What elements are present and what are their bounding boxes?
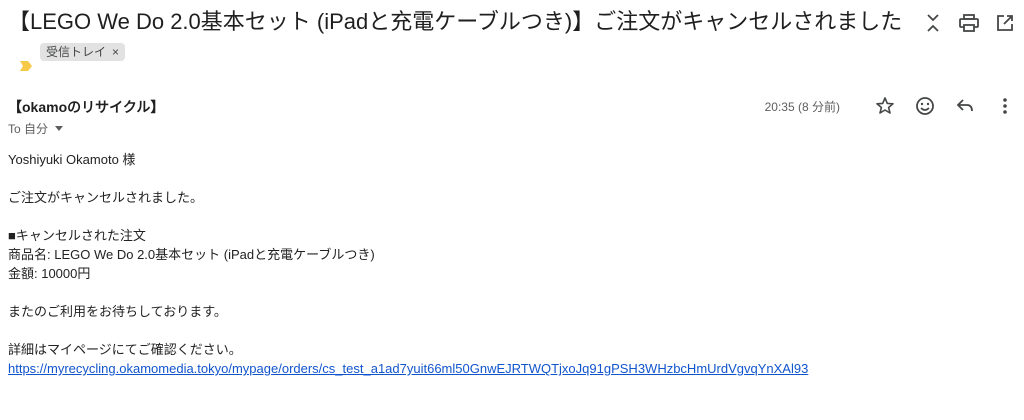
recipient-text: To 自分 xyxy=(8,122,49,136)
sender-row: 【okamoのリサイクル】 20:35 (8 分前) xyxy=(8,97,1016,117)
label-chip-inbox: 受信トレイ × xyxy=(40,43,126,62)
sender-name[interactable]: 【okamoのリサイクル】 xyxy=(8,99,164,115)
email-body: Yoshiyuki Okamoto 様 ご注文がキャンセルされました。 ■キャン… xyxy=(8,150,1008,378)
subject-text: 【LEGO We Do 2.0基本セット (iPadと充電ケーブルつき)】ご注文… xyxy=(8,9,903,34)
mypage-link[interactable]: https://myrecycling.okamomedia.tokyo/myp… xyxy=(8,361,808,376)
recipient-toggle[interactable]: To 自分 xyxy=(8,120,64,137)
chevron-down-icon xyxy=(55,126,64,131)
open-in-new-icon[interactable] xyxy=(994,12,1016,34)
label-chip-text: 受信トレイ xyxy=(46,45,107,60)
amount-line: 金額: 10000円 xyxy=(8,266,91,281)
greeting: Yoshiyuki Okamoto 様 xyxy=(8,152,136,167)
label-remove-button[interactable]: × xyxy=(112,43,119,61)
emoji-icon[interactable] xyxy=(914,95,936,117)
message-actions: 20:35 (8 分前) xyxy=(765,95,1016,117)
cancel-notice: ご注文がキャンセルされました。 xyxy=(8,190,204,205)
unfold-less-icon[interactable] xyxy=(922,12,944,34)
section-title: ■キャンセルされた注文 xyxy=(8,228,146,243)
more-vert-icon[interactable] xyxy=(994,95,1016,117)
top-actions xyxy=(922,12,1016,34)
print-icon[interactable] xyxy=(958,12,980,34)
email-subject: 【LEGO We Do 2.0基本セット (iPadと充電ケーブルつき)】ご注文… xyxy=(8,6,908,72)
email-view: 【LEGO We Do 2.0基本セット (iPadと充電ケーブルつき)】ご注文… xyxy=(0,0,1024,420)
closing-line: またのご利用をお待ちしております。 xyxy=(8,304,227,319)
reply-icon[interactable] xyxy=(954,95,976,117)
timestamp: 20:35 (8 分前) xyxy=(764,99,840,114)
product-line: 商品名: LEGO We Do 2.0基本セット (iPadと充電ケーブルつき) xyxy=(8,247,375,262)
importance-marker-icon[interactable] xyxy=(20,48,32,72)
star-icon[interactable] xyxy=(874,95,896,117)
subject-header: 【LEGO We Do 2.0基本セット (iPadと充電ケーブルつき)】ご注文… xyxy=(8,6,908,72)
details-line: 詳細はマイページにてご確認ください。 xyxy=(8,342,242,357)
